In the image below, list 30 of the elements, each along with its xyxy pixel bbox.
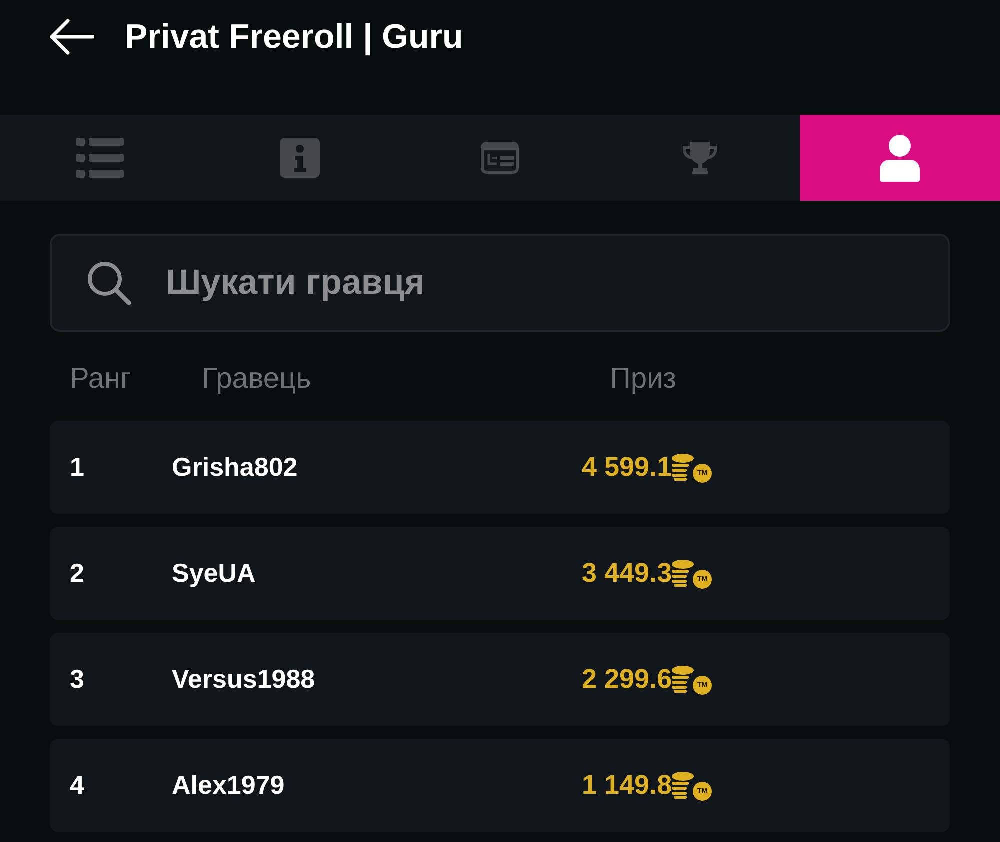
player-name: Versus1988 bbox=[172, 664, 316, 695]
column-header: Гравець bbox=[202, 363, 312, 396]
player-name: Alex1979 bbox=[172, 770, 285, 801]
card-icon bbox=[481, 142, 519, 174]
column-header: Приз bbox=[610, 363, 676, 396]
rank-text: 1 bbox=[70, 452, 84, 483]
user-icon bbox=[880, 134, 920, 182]
column-header: Ранг bbox=[70, 363, 132, 396]
list-icon bbox=[76, 138, 124, 178]
trophy-icon bbox=[682, 142, 718, 174]
info-icon bbox=[280, 138, 320, 178]
back-arrow-icon bbox=[50, 19, 94, 55]
page-title: Privat Freeroll | Guru bbox=[125, 17, 464, 57]
search-field[interactable]: Шукати гравця bbox=[50, 234, 950, 332]
rank-text: 2 bbox=[70, 558, 84, 589]
prize-amount: 1 149.8 bbox=[582, 770, 672, 801]
player-name: SyeUA bbox=[172, 558, 256, 589]
coin-stack-icon bbox=[672, 560, 694, 587]
rank-text: 4 bbox=[70, 770, 84, 801]
prize-amount: 3 449.3 bbox=[582, 558, 672, 589]
coin-stack-icon bbox=[672, 666, 694, 693]
player-name: Grisha802 bbox=[172, 452, 298, 483]
coin-stack-icon bbox=[672, 772, 694, 799]
search-icon bbox=[87, 261, 131, 305]
rank-text: 3 bbox=[70, 664, 84, 695]
prize-amount: 4 599.1 bbox=[582, 452, 672, 483]
coin-stack-icon bbox=[672, 454, 694, 481]
back-button[interactable] bbox=[50, 17, 94, 57]
tab[interactable] bbox=[800, 115, 1000, 201]
prize-amount: 2 299.6 bbox=[582, 664, 672, 695]
